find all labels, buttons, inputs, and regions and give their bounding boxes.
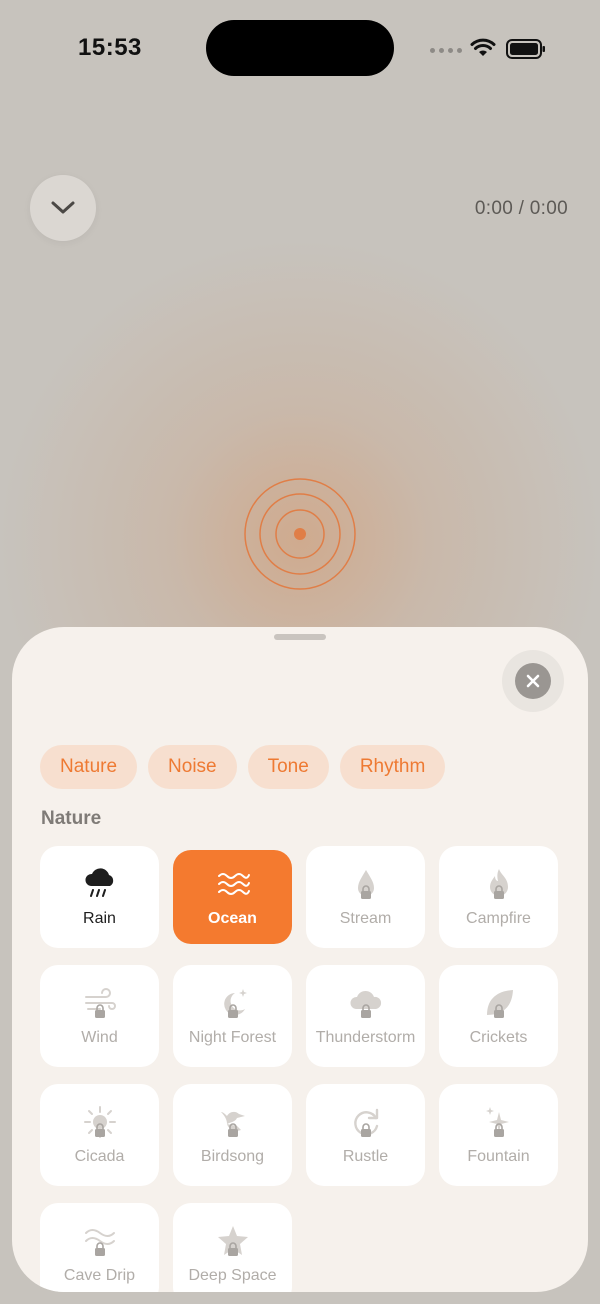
sound-card-birdsong[interactable]: Birdsong xyxy=(173,1084,292,1186)
cellular-signal-icon xyxy=(430,48,462,53)
refresh-icon xyxy=(348,1104,384,1140)
lock-icon xyxy=(227,1242,238,1256)
sound-picker-sheet: Nature Noise Tone Rhythm Nature Rain Oce… xyxy=(12,627,588,1292)
sound-card-label: Thunderstorm xyxy=(315,1029,416,1046)
sound-card-stream[interactable]: Stream xyxy=(306,846,425,948)
sparkle-icon xyxy=(481,1104,517,1140)
sound-card-label: Campfire xyxy=(466,910,531,927)
lock-icon xyxy=(227,1004,238,1018)
sound-card-label: Wind xyxy=(81,1029,118,1046)
tab-tone[interactable]: Tone xyxy=(247,745,329,789)
star-icon xyxy=(215,1223,251,1259)
lock-icon xyxy=(360,885,371,899)
cloud-icon xyxy=(348,985,384,1021)
close-button[interactable] xyxy=(502,650,564,712)
leaf-icon xyxy=(481,985,517,1021)
sound-card-campfire[interactable]: Campfire xyxy=(439,846,558,948)
status-time: 15:53 xyxy=(78,34,142,61)
droplet-icon xyxy=(348,866,384,902)
tab-nature[interactable]: Nature xyxy=(40,745,138,789)
sound-card-deep-space[interactable]: Deep Space xyxy=(173,1203,292,1292)
chevron-down-icon xyxy=(51,201,75,214)
lock-icon xyxy=(94,1004,105,1018)
sound-card-ocean[interactable]: Ocean xyxy=(173,850,292,944)
playback-time: 0:00 / 0:00 xyxy=(474,198,568,219)
moon-stars-icon xyxy=(215,985,251,1021)
sound-card-label: Deep Space xyxy=(188,1267,277,1284)
sound-card-crickets[interactable]: Crickets xyxy=(439,965,558,1067)
sound-card-night-forest[interactable]: Night Forest xyxy=(173,965,292,1067)
tab-rhythm[interactable]: Rhythm xyxy=(339,745,446,789)
sound-rings-visual xyxy=(244,478,356,590)
section-title: Nature xyxy=(41,808,102,829)
sound-card-label: Rustle xyxy=(342,1148,389,1165)
lock-icon xyxy=(493,885,504,899)
lock-icon xyxy=(360,1004,371,1018)
bird-icon xyxy=(215,1104,251,1140)
sound-card-label: Ocean xyxy=(208,910,257,927)
sound-card-label: Crickets xyxy=(469,1029,528,1046)
rain-cloud-icon xyxy=(82,866,118,902)
waves-icon xyxy=(215,866,251,902)
sound-card-label: Night Forest xyxy=(188,1029,277,1046)
sound-card-cave-drip[interactable]: Cave Drip xyxy=(40,1203,159,1292)
lock-icon xyxy=(493,1123,504,1137)
sound-card-label: Cave Drip xyxy=(63,1267,136,1284)
lock-icon xyxy=(94,1123,105,1137)
sound-card-fountain[interactable]: Fountain xyxy=(439,1084,558,1186)
sound-card-thunderstorm[interactable]: Thunderstorm xyxy=(306,965,425,1067)
sound-card-rustle[interactable]: Rustle xyxy=(306,1084,425,1186)
dynamic-island xyxy=(206,20,394,76)
close-icon xyxy=(526,674,540,688)
sound-card-label: Fountain xyxy=(467,1148,530,1165)
sound-card-wind[interactable]: Wind xyxy=(40,965,159,1067)
lock-icon xyxy=(493,1004,504,1018)
collapse-button[interactable] xyxy=(30,175,96,241)
sun-icon xyxy=(82,1104,118,1140)
sound-card-label: Stream xyxy=(339,910,392,927)
wifi-icon xyxy=(470,38,496,56)
tab-noise[interactable]: Noise xyxy=(148,745,237,789)
sound-card-rain[interactable]: Rain xyxy=(40,846,159,948)
wind-icon xyxy=(82,985,118,1021)
lock-icon xyxy=(94,1242,105,1256)
sound-grid: Rain Ocean Stream Campfire Wind Night Fo… xyxy=(40,846,560,1292)
sound-card-label: Cicada xyxy=(74,1148,125,1165)
sound-card-label: Rain xyxy=(83,910,116,927)
cave-waves-icon xyxy=(82,1223,118,1259)
lock-icon xyxy=(227,1123,238,1137)
category-tabs: Nature Noise Tone Rhythm xyxy=(40,745,446,789)
sound-card-label: Birdsong xyxy=(200,1148,265,1165)
lock-icon xyxy=(360,1123,371,1137)
flame-icon xyxy=(481,866,517,902)
sheet-grabber[interactable] xyxy=(274,634,326,640)
battery-icon xyxy=(506,39,545,59)
sound-card-cicada[interactable]: Cicada xyxy=(40,1084,159,1186)
